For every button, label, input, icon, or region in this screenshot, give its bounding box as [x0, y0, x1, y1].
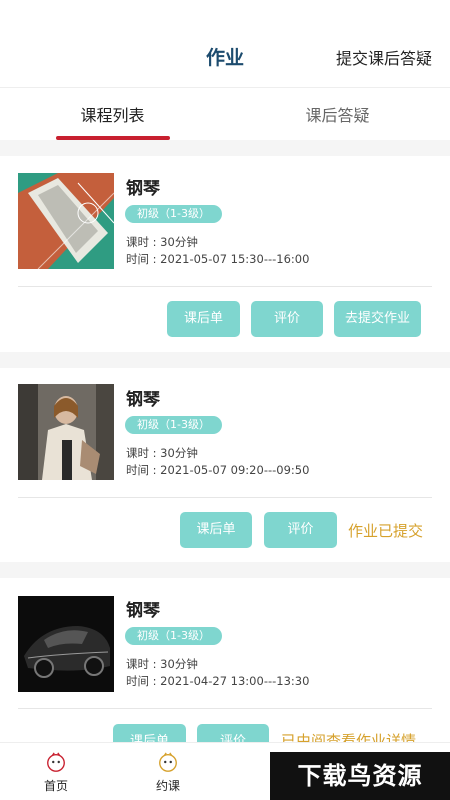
course-thumbnail-car [18, 596, 114, 692]
course-duration: 课时 : 30分钟 [126, 235, 198, 249]
book-class-mascot-icon [159, 752, 177, 772]
nav-home-label: 首页 [43, 779, 68, 793]
course-time: 时间 : 2021-05-07 09:20---09:50 [126, 463, 310, 477]
course-card: 钢琴 初级（1-3级） 课时 : 30分钟 时间 : 2021-05-07 09… [0, 368, 450, 562]
level-badge: 初级（1-3级） [125, 416, 222, 434]
active-tab-indicator [56, 136, 170, 140]
course-name: 钢琴 [126, 601, 160, 621]
after-class-sheet-button[interactable]: 课后单 [180, 512, 252, 548]
nav-home[interactable]: 首页 [26, 751, 86, 794]
level-badge: 初级（1-3级） [125, 627, 222, 645]
submit-question-button[interactable]: 提交课后答疑 [336, 45, 432, 69]
course-name: 钢琴 [126, 179, 160, 199]
homework-status: 已由阅查看作业详情 [281, 732, 417, 742]
course-thumbnail-court [18, 173, 114, 269]
homework-status: 作业已提交 [348, 522, 424, 540]
tab-course-list[interactable]: 课程列表 [0, 102, 225, 126]
divider [18, 708, 432, 709]
divider [18, 497, 432, 498]
nav-book-class[interactable]: 约课 [138, 751, 198, 794]
after-class-sheet-button[interactable]: 课后单 [113, 724, 186, 742]
course-card: 钢琴 初级（1-3级） 课时 : 30分钟 时间 : 2021-05-07 15… [0, 156, 450, 352]
course-duration: 课时 : 30分钟 [126, 657, 198, 671]
home-mascot-icon [47, 752, 65, 772]
after-class-sheet-button[interactable]: 课后单 [167, 301, 240, 337]
tab-bar: 课程列表 课后答疑 [0, 88, 450, 140]
watermark-text: 下载鸟资源 [297, 762, 423, 790]
course-time: 时间 : 2021-04-27 13:00---13:30 [126, 674, 310, 688]
review-button[interactable]: 评价 [197, 724, 269, 742]
nav-book-class-label: 约课 [155, 779, 180, 793]
course-duration: 课时 : 30分钟 [126, 446, 198, 460]
review-button[interactable]: 评价 [251, 301, 323, 337]
watermark-logo: 下载鸟资源 [270, 752, 450, 800]
course-name: 钢琴 [126, 390, 160, 410]
course-thumbnail-portrait [18, 384, 114, 480]
divider [18, 286, 432, 287]
level-badge: 初级（1-3级） [125, 205, 222, 223]
tab-after-class-qa[interactable]: 课后答疑 [225, 102, 450, 126]
review-button[interactable]: 评价 [264, 512, 337, 548]
header: 作业 提交课后答疑 [0, 0, 450, 88]
course-card: 钢琴 初级（1-3级） 课时 : 30分钟 时间 : 2021-04-27 13… [0, 578, 450, 742]
submit-homework-button[interactable]: 去提交作业 [334, 301, 421, 337]
course-time: 时间 : 2021-05-07 15:30---16:00 [126, 252, 310, 266]
